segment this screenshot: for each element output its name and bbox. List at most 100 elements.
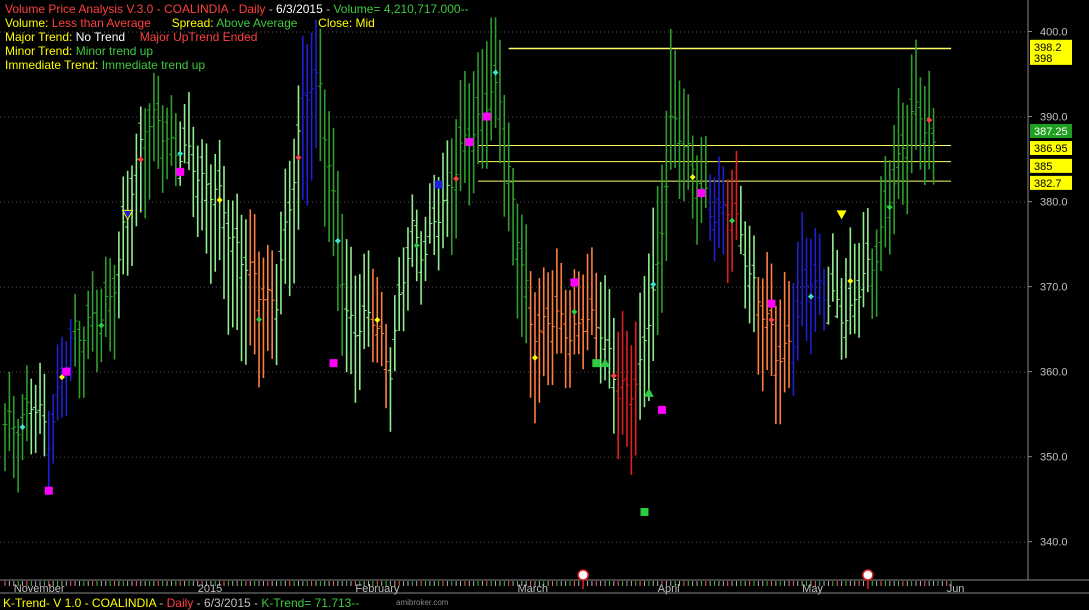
grid-dot xyxy=(684,201,685,203)
grid-dot xyxy=(588,456,589,458)
grid-dot xyxy=(28,286,29,288)
grid-dot xyxy=(152,456,153,458)
grid-dot xyxy=(864,371,865,373)
grid-dot xyxy=(680,371,681,373)
grid-dot xyxy=(212,116,213,118)
grid-dot xyxy=(644,31,645,33)
grid-dot xyxy=(560,371,561,373)
y-tick-label: 370.0 xyxy=(1040,282,1068,294)
ohlc-chart[interactable]: 400.0390.0380.0370.0360.0350.0340.0398.2… xyxy=(0,0,1089,609)
grid-dot xyxy=(944,201,945,203)
grid-dot xyxy=(620,201,621,203)
grid-dot xyxy=(256,286,257,288)
grid-dot xyxy=(248,116,249,118)
header-line-4: Minor Trend: Minor trend up xyxy=(5,44,153,58)
grid-dot xyxy=(988,541,989,543)
grid-dot xyxy=(544,456,545,458)
grid-dot xyxy=(712,456,713,458)
grid-dot xyxy=(904,31,905,33)
grid-dot xyxy=(36,201,37,203)
grid-dot xyxy=(116,371,117,373)
grid-dot xyxy=(352,456,353,458)
grid-dot xyxy=(748,456,749,458)
grid-dot xyxy=(868,456,869,458)
grid-dot xyxy=(888,286,889,288)
grid-dot xyxy=(488,456,489,458)
grid-dot xyxy=(520,371,521,373)
grid-dot xyxy=(484,541,485,543)
grid-dot xyxy=(312,286,313,288)
grid-dot xyxy=(964,456,965,458)
y-tick-label: 390.0 xyxy=(1040,112,1068,124)
grid-dot xyxy=(844,541,845,543)
grid-dot xyxy=(992,371,993,373)
grid-dot xyxy=(360,541,361,543)
grid-dot xyxy=(928,456,929,458)
grid-dot xyxy=(308,286,309,288)
grid-dot xyxy=(532,116,533,118)
grid-dot xyxy=(76,201,77,203)
grid-dot xyxy=(452,541,453,543)
header-line-1: Volume Price Analysis V.3.0 - COALINDIA … xyxy=(5,2,469,16)
grid-dot xyxy=(784,31,785,33)
grid-dot xyxy=(140,371,141,373)
grid-dot xyxy=(204,116,205,118)
grid-dot xyxy=(512,541,513,543)
grid-dot xyxy=(904,201,905,203)
grid-dot xyxy=(244,116,245,118)
grid-dot xyxy=(1016,201,1017,203)
grid-dot xyxy=(536,541,537,543)
grid-dot xyxy=(584,371,585,373)
grid-dot xyxy=(728,456,729,458)
grid-dot xyxy=(712,116,713,118)
grid-dot xyxy=(244,456,245,458)
grid-dot xyxy=(936,286,937,288)
grid-dot xyxy=(664,31,665,33)
grid-dot xyxy=(564,286,565,288)
grid-dot xyxy=(260,456,261,458)
grid-dot xyxy=(632,541,633,543)
grid-dot xyxy=(140,456,141,458)
grid-dot xyxy=(472,456,473,458)
grid-dot xyxy=(672,541,673,543)
grid-dot xyxy=(124,541,125,543)
grid-dot xyxy=(936,201,937,203)
grid-dot xyxy=(624,31,625,33)
grid-dot xyxy=(60,286,61,288)
grid-dot xyxy=(684,286,685,288)
grid-dot xyxy=(664,371,665,373)
grid-dot xyxy=(884,456,885,458)
grid-dot xyxy=(720,31,721,33)
grid-dot xyxy=(288,31,289,33)
grid-dot xyxy=(72,541,73,543)
grid-dot xyxy=(872,541,873,543)
grid-dot xyxy=(1016,31,1017,33)
grid-dot xyxy=(940,286,941,288)
grid-dot xyxy=(916,201,917,203)
grid-dot xyxy=(608,31,609,33)
grid-dot xyxy=(480,31,481,33)
grid-dot xyxy=(348,201,349,203)
grid-dot xyxy=(752,371,753,373)
grid-dot xyxy=(708,371,709,373)
grid-dot xyxy=(168,116,169,118)
grid-dot xyxy=(264,541,265,543)
grid-dot xyxy=(940,201,941,203)
grid-dot xyxy=(752,31,753,33)
grid-dot xyxy=(100,371,101,373)
grid-dot xyxy=(120,456,121,458)
grid-dot xyxy=(728,371,729,373)
grid-dot xyxy=(584,116,585,118)
grid-dot xyxy=(660,286,661,288)
grid-dot xyxy=(732,456,733,458)
grid-dot xyxy=(528,31,529,33)
grid-dot xyxy=(948,371,949,373)
grid-dot xyxy=(684,541,685,543)
grid-dot xyxy=(72,286,73,288)
grid-dot xyxy=(628,116,629,118)
grid-dot xyxy=(856,286,857,288)
grid-dot xyxy=(644,201,645,203)
grid-dot xyxy=(852,541,853,543)
grid-dot xyxy=(1004,541,1005,543)
grid-dot xyxy=(608,286,609,288)
